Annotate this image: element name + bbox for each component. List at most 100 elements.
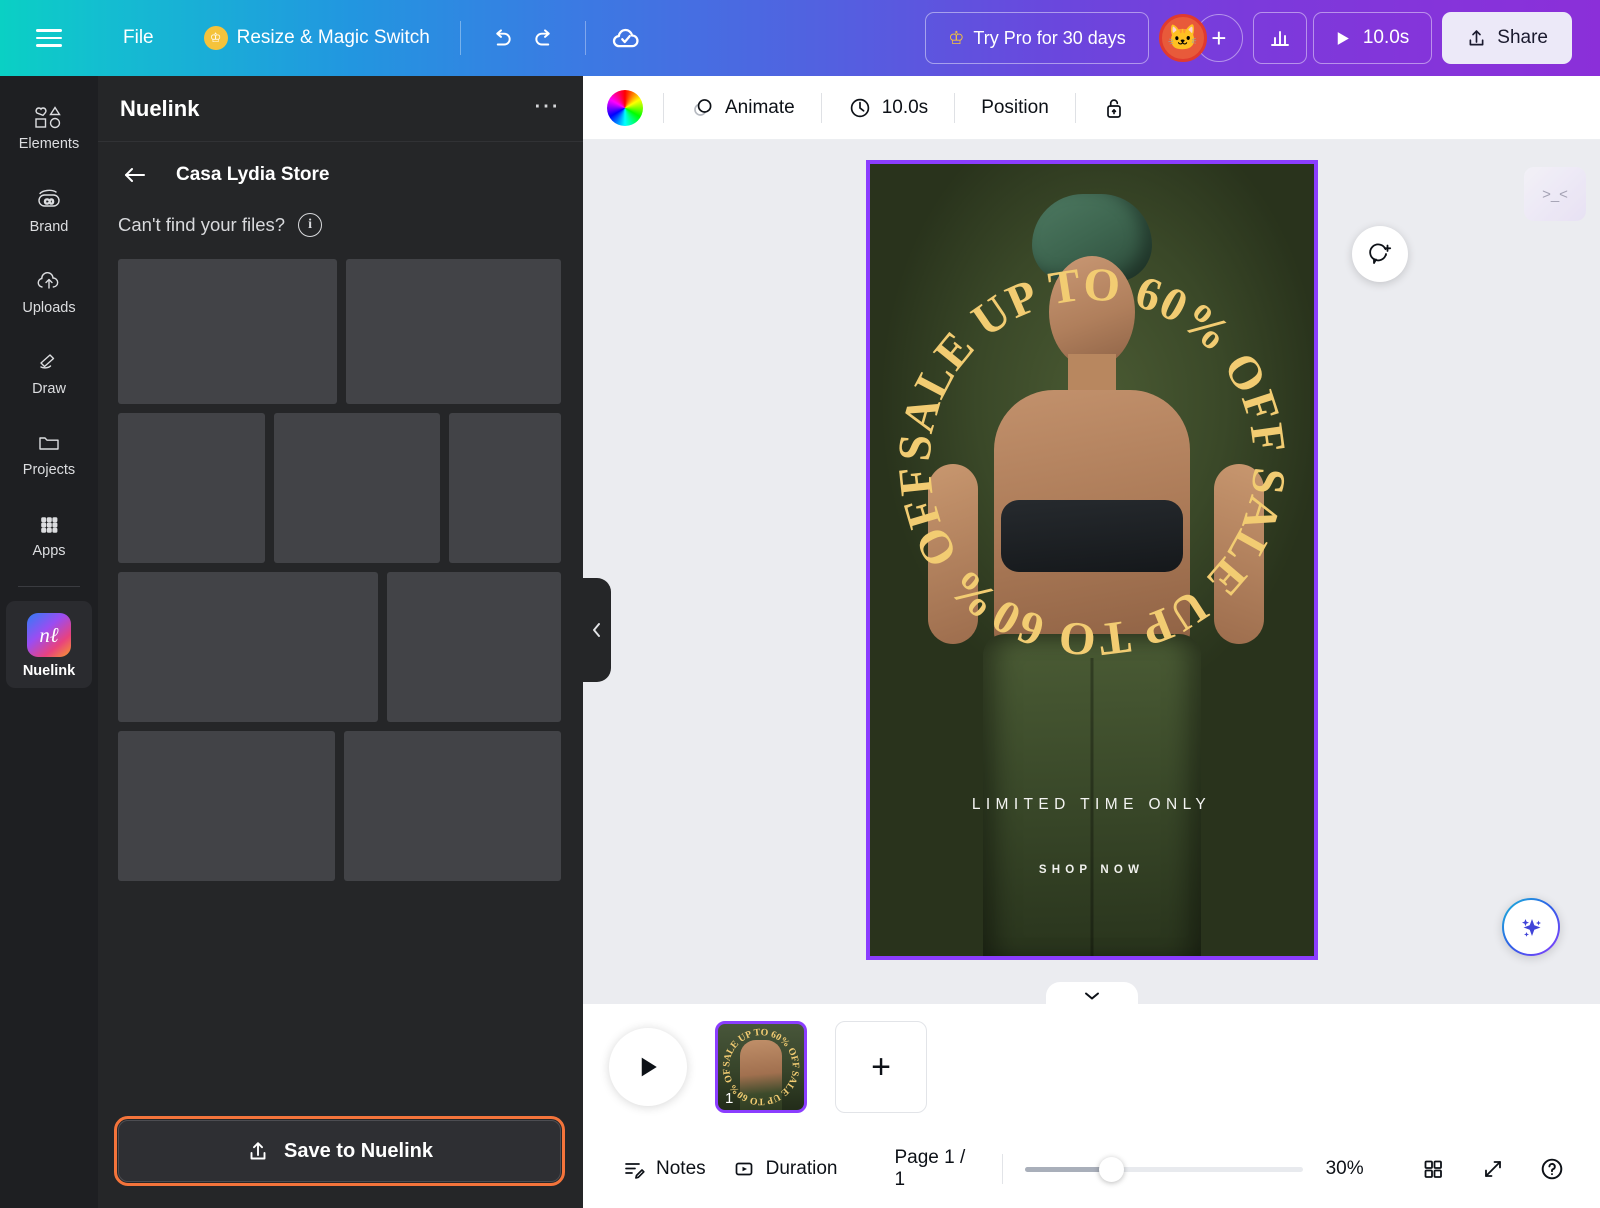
canvas-toolbar: Animate 10.0s Position	[583, 76, 1600, 140]
try-pro-label: Try Pro for 30 days	[973, 27, 1126, 48]
insights-button[interactable]	[1252, 12, 1307, 64]
shapes-icon	[35, 106, 61, 129]
placeholder-row	[118, 731, 561, 881]
cant-find-files-row: Can't find your files? i	[98, 186, 583, 237]
save-to-nuelink-button[interactable]: Save to Nuelink	[114, 1116, 565, 1186]
zoom-level-label: 30%	[1325, 1158, 1364, 1179]
expand-pages-button[interactable]	[1045, 982, 1138, 1004]
add-page-button[interactable]: +	[835, 1021, 927, 1113]
collaborators: 🐱 +	[1158, 14, 1243, 62]
file-placeholder[interactable]	[343, 731, 561, 881]
file-placeholder[interactable]	[118, 731, 335, 881]
collapse-panel-button[interactable]	[583, 578, 611, 682]
sidebar-item-label: Nuelink	[22, 663, 76, 679]
cant-find-files-label: Can't find your files?	[118, 214, 286, 235]
zoom-slider-knob[interactable]	[1099, 1157, 1125, 1182]
placeholder-row	[118, 413, 561, 563]
brand-icon: co	[38, 189, 60, 208]
share-button[interactable]: Share	[1442, 12, 1572, 64]
animate-label: Animate	[725, 96, 795, 118]
notes-button[interactable]: Notes	[609, 1148, 719, 1190]
design-canvas[interactable]: SALE UP TO 60% OFF SALE UP TO 60% OFF LI…	[865, 160, 1318, 960]
sidebar-item-label: Draw	[32, 381, 66, 397]
magic-studio-button[interactable]	[1502, 898, 1560, 956]
zoom-slider[interactable]	[1025, 1157, 1304, 1182]
hamburger-icon[interactable]	[36, 24, 62, 52]
sidebar-item-label: Uploads	[22, 300, 76, 316]
file-placeholder[interactable]	[346, 259, 561, 404]
duration-icon	[735, 1162, 752, 1176]
add-comment-button[interactable]	[1352, 226, 1408, 282]
fullscreen-expand-icon[interactable]	[1471, 1147, 1514, 1191]
cat-avatar[interactable]: 🐱	[1158, 14, 1207, 62]
placeholder-row	[118, 259, 561, 404]
status-bar: Notes Duration Page 1 / 1 30%	[583, 1130, 1600, 1208]
preview-play-button[interactable]: 10.0s	[1312, 12, 1433, 64]
play-icon	[1337, 31, 1349, 45]
svg-text:SALE UP TO 60% OFF SALE UP TO: SALE UP TO 60% OFF SALE UP TO 60% OFF	[897, 267, 1287, 657]
grid-dots-icon	[41, 517, 58, 533]
animate-button[interactable]: Animate	[678, 87, 807, 128]
circular-sale-text[interactable]: SALE UP TO 60% OFF SALE UP TO 60% OFF	[897, 267, 1287, 657]
clock-icon	[850, 98, 869, 117]
cloud-check-icon[interactable]	[604, 16, 648, 60]
lock-icon	[1106, 98, 1121, 118]
duration-value: 10.0s	[881, 96, 929, 118]
undo-icon[interactable]	[479, 16, 523, 60]
file-placeholder[interactable]	[118, 572, 379, 722]
resize-magic-switch-button[interactable]: ♔ Resize & Magic Switch	[192, 19, 442, 57]
lock-button[interactable]	[1090, 87, 1138, 129]
sidebar-item-apps[interactable]: Apps	[6, 499, 92, 568]
page-indicator: Page 1 / 1	[894, 1147, 966, 1190]
position-button[interactable]: Position	[969, 89, 1061, 127]
notes-label: Notes	[656, 1158, 706, 1179]
file-placeholder[interactable]	[118, 259, 338, 404]
try-pro-button[interactable]: ♔ Try Pro for 30 days	[925, 12, 1149, 64]
file-placeholder[interactable]	[118, 413, 265, 563]
breadcrumb-store-name: Casa Lydia Store	[176, 164, 330, 185]
duration-button[interactable]: 10.0s	[836, 88, 940, 128]
more-options-icon[interactable]: ⋯	[533, 92, 561, 118]
crown-icon: ♔	[948, 27, 965, 48]
duration-button[interactable]: Duration	[719, 1148, 851, 1190]
file-placeholder[interactable]	[273, 413, 440, 563]
sidebar-item-uploads[interactable]: Uploads	[6, 256, 92, 325]
design-stage: SALE UP TO 60% OFF SALE UP TO 60% OFF LI…	[583, 140, 1600, 1004]
color-wheel-icon[interactable]	[607, 89, 643, 126]
back-arrow-icon[interactable]	[122, 165, 148, 185]
page-number-badge: 1	[725, 1090, 734, 1107]
sidebar-item-label: Apps	[32, 543, 66, 559]
ghost-chip[interactable]: >_<	[1524, 167, 1586, 221]
file-placeholder[interactable]	[387, 572, 561, 722]
limited-time-headline: LIMITED TIME ONLY	[971, 796, 1212, 813]
share-label: Share	[1497, 27, 1548, 48]
left-sidebar-rail: Elements co Brand Uploads Draw Projects …	[0, 76, 98, 1208]
panel-header: Nuelink ⋯	[98, 76, 583, 142]
status-divider	[1002, 1154, 1004, 1184]
info-icon[interactable]: i	[298, 213, 323, 237]
chevron-left-icon	[593, 623, 600, 637]
sidebar-item-draw[interactable]: Draw	[6, 337, 92, 406]
ring-text: SALE UP TO 60% OFF SALE UP TO 60% OFF	[897, 267, 1287, 657]
breadcrumb: Casa Lydia Store	[98, 142, 583, 186]
sidebar-item-elements[interactable]: Elements	[6, 92, 92, 161]
sidebar-item-brand[interactable]: co Brand	[6, 173, 92, 244]
file-placeholder[interactable]	[448, 413, 561, 563]
page-thumbnail-1[interactable]: SALE UP TO 60% OFF SALE UP TO 60% OFF 1	[715, 1021, 807, 1113]
files-placeholder-grid	[98, 237, 583, 1120]
sidebar-item-label: Elements	[18, 136, 80, 152]
sidebar-item-nuelink[interactable]: nℓ Nuelink	[6, 601, 92, 688]
help-circle-icon[interactable]	[1531, 1147, 1574, 1191]
resize-label: Resize & Magic Switch	[236, 27, 430, 48]
magic-studio-sparkle-icon	[1522, 919, 1541, 937]
save-button-container: Save to Nuelink	[98, 1116, 583, 1208]
share-upload-icon	[1469, 29, 1484, 45]
file-menu-button[interactable]: File	[110, 20, 167, 56]
sidebar-item-projects[interactable]: Projects	[6, 418, 92, 487]
grid-view-icon[interactable]	[1412, 1147, 1455, 1191]
cloud-upload-icon	[37, 271, 59, 289]
upload-icon	[250, 1142, 266, 1160]
crown-icon: ♔	[203, 26, 228, 50]
play-button[interactable]	[609, 1028, 687, 1106]
redo-icon[interactable]	[523, 16, 567, 60]
